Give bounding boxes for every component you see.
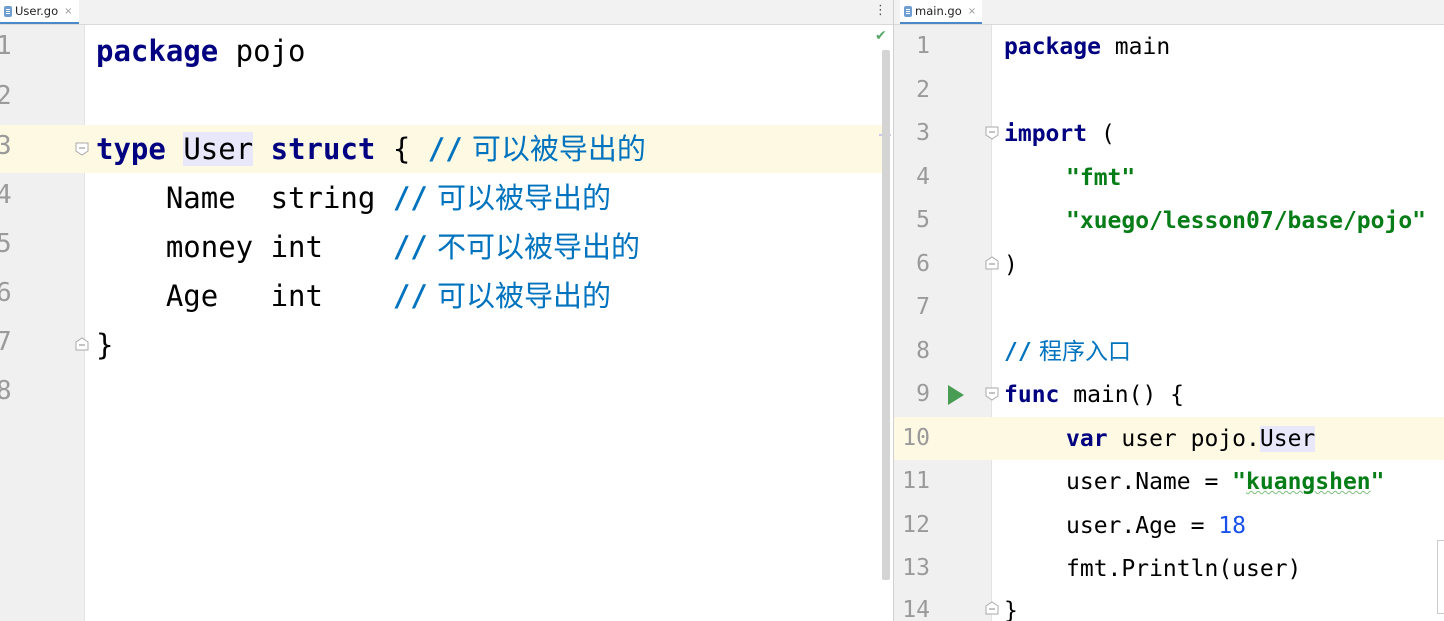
typo-underline: kuangshen xyxy=(1246,469,1371,495)
go-file-icon xyxy=(904,5,912,17)
line-number: 6 xyxy=(0,278,12,308)
line-number: 14 xyxy=(902,597,930,621)
code-line[interactable]: "fmt" xyxy=(1066,157,1135,200)
line-number: 2 xyxy=(916,77,930,103)
code-line[interactable]: "xuego/lesson07/base/pojo" xyxy=(1066,200,1426,243)
code-line[interactable]: user.Name = "kuangshen" xyxy=(1066,461,1385,504)
line-number: 1 xyxy=(916,33,930,59)
line-number: 8 xyxy=(916,338,930,364)
line-number: 10 xyxy=(902,425,930,451)
right-editor-pane: main.go × 1 2 3 4 5 6 7 8 9 10 11 12 13 … xyxy=(893,0,1444,621)
code-line[interactable]: user.Age = 18 xyxy=(1066,505,1246,548)
line-number: 3 xyxy=(916,120,930,146)
code-line[interactable]: Age int // 可以被导出的 xyxy=(96,272,611,320)
code-line[interactable]: func main() { xyxy=(1004,374,1184,417)
line-number: 12 xyxy=(902,512,930,538)
fold-open-icon[interactable] xyxy=(985,126,999,140)
line-number: 6 xyxy=(916,251,930,277)
code-line[interactable]: package main xyxy=(1004,26,1170,69)
line-number: 9 xyxy=(916,381,930,407)
fold-close-icon[interactable] xyxy=(985,256,999,270)
code-line[interactable]: } xyxy=(1004,590,1018,621)
line-number: 3 xyxy=(0,131,12,161)
line-number: 11 xyxy=(902,468,930,494)
line-number: 7 xyxy=(916,294,930,320)
code-line[interactable]: money int // 不可以被导出的 xyxy=(96,223,640,271)
code-line[interactable]: Name string // 可以被导出的 xyxy=(96,174,611,222)
line-number: 4 xyxy=(916,164,930,190)
tab-main-go[interactable]: main.go × xyxy=(900,0,983,24)
fold-close-icon[interactable] xyxy=(985,601,999,615)
identifier-highlight: User xyxy=(1259,426,1316,452)
line-number: 13 xyxy=(902,555,930,581)
fold-open-icon[interactable] xyxy=(985,387,999,401)
inspection-ok-icon[interactable]: ✔ xyxy=(875,28,887,44)
identifier-highlight: User xyxy=(183,132,254,166)
tab-user-go[interactable]: User.go × xyxy=(0,0,79,24)
side-panel-edge[interactable] xyxy=(1437,540,1444,614)
code-line[interactable]: import ( xyxy=(1004,113,1115,156)
vertical-scrollbar[interactable] xyxy=(882,50,890,580)
line-number: 4 xyxy=(0,180,12,210)
right-tab-bar: main.go × xyxy=(894,0,1444,25)
line-number-gutter xyxy=(0,25,85,621)
line-number: 7 xyxy=(0,327,12,357)
tab-close-icon[interactable]: × xyxy=(968,6,976,17)
left-editor-pane: User.go × ⋮ 1 2 3 4 5 6 7 8 package pojo… xyxy=(0,0,893,621)
tab-close-icon[interactable]: × xyxy=(64,6,72,17)
code-line[interactable]: fmt.Println(user) xyxy=(1066,548,1301,591)
tab-label: main.go xyxy=(915,4,962,18)
code-line[interactable]: package pojo xyxy=(96,27,306,75)
line-number: 2 xyxy=(0,81,12,111)
code-line[interactable]: ) xyxy=(1004,244,1018,287)
run-icon[interactable] xyxy=(948,385,964,405)
line-number: 1 xyxy=(0,31,12,61)
code-line[interactable]: // 程序入口 xyxy=(1004,331,1131,374)
go-file-icon xyxy=(4,5,12,17)
code-line[interactable]: var user pojo.User xyxy=(1066,418,1316,461)
code-line[interactable]: type User struct { // 可以被导出的 xyxy=(96,125,646,173)
code-line[interactable]: } xyxy=(96,321,113,369)
fold-open-icon[interactable] xyxy=(75,142,89,156)
line-number: 5 xyxy=(916,207,930,233)
left-tab-bar: User.go × ⋮ xyxy=(0,0,893,25)
line-number: 8 xyxy=(0,376,12,406)
line-number: 5 xyxy=(0,229,12,259)
tab-label: User.go xyxy=(15,4,59,18)
tab-menu-icon[interactable]: ⋮ xyxy=(874,3,887,18)
fold-close-icon[interactable] xyxy=(75,337,89,351)
